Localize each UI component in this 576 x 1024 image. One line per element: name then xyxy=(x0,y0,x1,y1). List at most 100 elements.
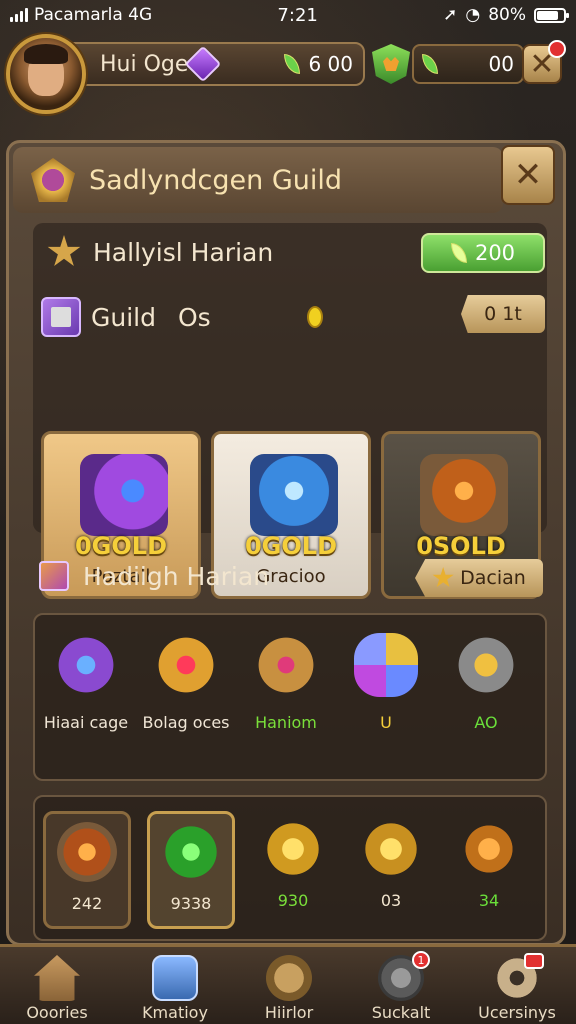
alert-badge xyxy=(524,953,544,969)
slot-3[interactable]: 930 xyxy=(249,811,337,929)
bottom-nav: Ooories Kmatioy Hiirlor 1 Suckalt Ucersi… xyxy=(0,944,576,1024)
card-price: 0GOLD xyxy=(74,532,167,560)
item-5[interactable]: AO xyxy=(441,633,531,732)
item-2[interactable]: Bolag oces xyxy=(141,633,231,732)
shield-badge-icon[interactable] xyxy=(372,44,410,84)
guild-cube-icon xyxy=(41,297,81,337)
slot-5[interactable]: 34 xyxy=(445,811,533,929)
nav-settings[interactable]: Ucersinys xyxy=(462,953,572,1022)
guild-label: Guild xyxy=(91,302,156,332)
player-stat-value: 6 00 xyxy=(308,52,353,76)
guild-tag[interactable]: 0 1t xyxy=(461,295,545,333)
section-1-title-text: Hallyisl Harian xyxy=(93,237,274,267)
notification-dot xyxy=(548,40,566,58)
signal-icon xyxy=(10,8,28,22)
purple-chest-icon xyxy=(80,454,168,536)
gold-box-icon xyxy=(454,633,518,697)
section-1: Hallyisl Harian 200 Guild Os 0 1t 0GOLD … xyxy=(33,223,547,599)
slot-value: 03 xyxy=(380,891,402,910)
social-icon: 1 xyxy=(378,951,430,1001)
reward-button[interactable]: 200 xyxy=(421,233,545,273)
top-hud: Hui Oge 6 00 00 ✕ xyxy=(0,32,576,114)
reward-value: 200 xyxy=(474,241,516,265)
amulet-icon xyxy=(154,633,218,697)
panel-close-button[interactable]: ✕ xyxy=(501,145,555,205)
avatar-face xyxy=(24,44,68,96)
gear-icon xyxy=(494,953,544,1001)
nav-label: Hiirlor xyxy=(264,1003,314,1022)
nav-label: Ooories xyxy=(26,1003,88,1022)
helmet-icon xyxy=(54,633,118,697)
player-bar[interactable]: Hui Oge 6 00 xyxy=(60,42,365,86)
item-4[interactable]: U xyxy=(341,633,431,732)
card-price: 0SOLD xyxy=(416,532,506,560)
item-3[interactable]: Haniom xyxy=(241,633,331,732)
item-label: Bolag oces xyxy=(142,713,230,732)
gold-bar-icon xyxy=(459,819,519,879)
crossed-swords-icon xyxy=(254,633,318,697)
guild-count: Os xyxy=(177,302,211,332)
crown-icon xyxy=(383,57,399,71)
coin-icon xyxy=(306,306,323,328)
guild-panel: Sadlyndcgen Guild ✕ Hallyisl Harian 200 … xyxy=(6,140,566,946)
slot-2[interactable]: 9338 xyxy=(147,811,235,929)
slot-value: 34 xyxy=(478,891,500,910)
item-label: AO xyxy=(474,713,498,732)
nav-label: Kmatioy xyxy=(142,1003,208,1022)
item-label: Hiaai cage xyxy=(43,713,129,732)
hud-close-button[interactable]: ✕ xyxy=(522,40,566,84)
section-1-title: Hallyisl Harian xyxy=(47,235,273,269)
hero-icon xyxy=(266,955,312,1001)
orange-chest-icon xyxy=(420,454,508,536)
nav-social[interactable]: 1 Suckalt xyxy=(346,951,456,1022)
blue-chest-icon xyxy=(250,454,338,536)
guild-emblem-icon xyxy=(31,158,75,202)
nav-hero[interactable]: Hiirlor xyxy=(234,955,344,1022)
section-2-tag-text: Dacian xyxy=(460,567,526,589)
player-name: Hui Oge xyxy=(100,51,189,77)
home-icon xyxy=(34,955,80,1001)
currency-value: 00 xyxy=(488,52,514,76)
location-icon: ➚ xyxy=(443,5,458,25)
close-icon: ✕ xyxy=(513,155,543,195)
clock: 7:21 xyxy=(277,4,318,26)
alarm-icon: ◔ xyxy=(465,5,481,25)
gems-icon xyxy=(354,633,418,697)
map-icon xyxy=(152,955,198,1001)
lantern-icon xyxy=(57,822,117,882)
gem-icon xyxy=(184,45,222,83)
slot-value: 930 xyxy=(277,891,309,910)
section-3: 242 9338 930 03 34 xyxy=(33,795,547,941)
item-label: Haniom xyxy=(255,713,317,732)
section-2-title-text: Hadiigh Harian xyxy=(83,561,270,591)
section-2-tag[interactable]: Dacian xyxy=(415,559,543,597)
panel-header: Sadlyndcgen Guild xyxy=(13,147,503,213)
battery-icon xyxy=(533,7,569,23)
leaf-icon xyxy=(284,54,301,74)
section-2: Hiaai cage Bolag oces Haniom U AO xyxy=(33,613,547,781)
slot-4[interactable]: 03 xyxy=(347,811,435,929)
card-price: 0GOLD xyxy=(244,532,337,560)
nav-label: Ucersinys xyxy=(478,1003,556,1022)
nav-kingdom[interactable]: Kmatioy xyxy=(120,955,230,1022)
nav-label: Suckalt xyxy=(371,1003,431,1022)
slot-value: 9338 xyxy=(170,894,212,913)
nav-badge: 1 xyxy=(412,951,430,969)
battery-fill xyxy=(536,10,558,20)
item-label: U xyxy=(380,713,392,732)
avatar[interactable] xyxy=(6,34,86,114)
star-icon xyxy=(432,567,454,588)
battery-percent: 80% xyxy=(488,5,526,25)
gold-coin-icon xyxy=(361,819,421,879)
slot-value: 242 xyxy=(71,894,103,913)
player-stat: 6 00 xyxy=(284,52,353,76)
currency-bar[interactable]: 00 xyxy=(412,44,524,84)
item-1[interactable]: Hiaai cage xyxy=(41,633,131,732)
section-2-title: Hadiigh Harian xyxy=(39,561,269,591)
carrier-label: Pacamarla 4G xyxy=(34,5,153,25)
nav-home[interactable]: Ooories xyxy=(2,955,112,1022)
panel-title: Sadlyndcgen Guild xyxy=(89,164,343,196)
guild-row: Guild Os xyxy=(41,297,323,337)
status-bar: Pacamarla 4G 7:21 ➚ ◔ 80% xyxy=(0,0,576,30)
slot-1[interactable]: 242 xyxy=(43,811,131,929)
